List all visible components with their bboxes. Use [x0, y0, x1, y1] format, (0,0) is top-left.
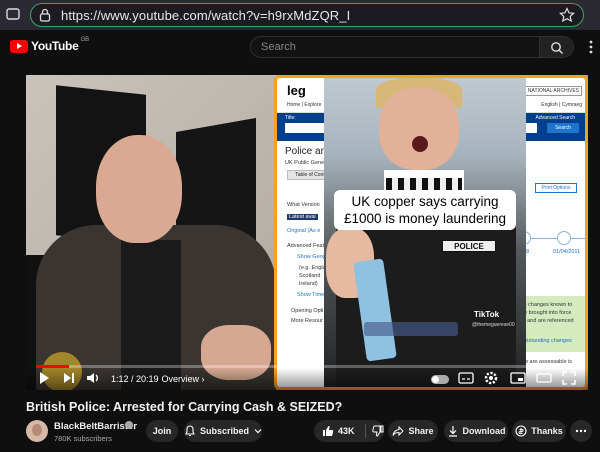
language-links: English | Cymraeg: [541, 102, 582, 108]
video-player[interactable]: leg Home | Explore NATIONAL ARCHIVES Eng…: [26, 75, 588, 390]
show-geographic-option: Show Geog: [297, 254, 326, 260]
like-button[interactable]: 43K: [322, 425, 355, 437]
advanced-search-link: Advanced Search: [535, 115, 575, 121]
theater-mode-icon[interactable]: [536, 371, 552, 390]
verified-icon: [125, 421, 133, 429]
timeline-date: 01/04/2011: [553, 249, 581, 255]
presenter-head: [96, 135, 182, 243]
overlay-panel: leg Home | Explore NATIONAL ARCHIVES Eng…: [274, 75, 588, 390]
more-resources-link: More Resour: [291, 318, 323, 324]
geo-line: Ireland): [299, 281, 318, 287]
tiktok-logo: TikTok: [474, 310, 500, 319]
search-input[interactable]: Search: [250, 36, 540, 58]
title-input: [285, 123, 325, 133]
title-label: Title:: [285, 115, 296, 121]
download-icon: [448, 426, 457, 437]
thumbs-down-icon: [371, 425, 384, 437]
subscriber-count: 780K subscribers: [54, 434, 112, 443]
youtube-header: YouTube GB Search: [0, 30, 600, 68]
tab-icon[interactable]: [6, 7, 20, 26]
legislation-subtitle: UK Public Genera: [285, 160, 330, 166]
subscribed-label: Subscribed: [199, 426, 249, 436]
dislike-button[interactable]: [364, 424, 384, 438]
opening-options-link: Opening Opti: [291, 308, 324, 314]
tiktok-handle: @themeguerese00: [472, 322, 515, 328]
channel-avatar[interactable]: [26, 420, 48, 442]
more-options-icon[interactable]: [589, 40, 593, 59]
changes-line: all changes known to: [521, 302, 573, 308]
thanks-icon: [515, 425, 527, 437]
more-actions-button[interactable]: [570, 420, 592, 442]
legislation-search-button: Search: [547, 123, 579, 133]
bell-icon: [185, 425, 195, 437]
advanced-features-label: Advanced Featu: [287, 243, 328, 249]
officer-face: [379, 88, 459, 170]
legislation-heading: Police an: [285, 146, 327, 157]
police-badge: POLICE: [442, 240, 496, 252]
lock-icon[interactable]: [39, 8, 51, 27]
what-version-label: What Version: [287, 202, 320, 208]
changes-line: be brought into force: [521, 310, 572, 316]
timeline-point: [557, 231, 571, 245]
browser-toolbar: https://www.youtube.com/watch?v=h9rxMdZQ…: [0, 0, 600, 30]
video-title: British Police: Arrested for Carrying Ca…: [26, 400, 343, 414]
youtube-logo-text: YouTube: [31, 39, 79, 53]
play-icon[interactable]: [38, 371, 50, 390]
thanks-label: Thanks: [531, 426, 563, 436]
join-button[interactable]: Join: [146, 420, 178, 442]
youtube-play-icon: [10, 39, 28, 53]
next-icon[interactable]: [62, 371, 76, 390]
legislation-logo: leg: [287, 83, 306, 98]
share-icon: [392, 425, 405, 437]
more-horizontal-icon: [575, 429, 587, 433]
print-options-button: Print Options: [535, 183, 577, 193]
miniplayer-icon[interactable]: [510, 371, 526, 390]
legislation-nav: Home | Explore: [287, 102, 322, 108]
share-button[interactable]: Share: [388, 420, 438, 442]
search-button[interactable]: [540, 36, 574, 58]
subscribed-button[interactable]: Subscribed: [184, 420, 262, 442]
join-label: Join: [152, 426, 172, 436]
show-timeline-option: Show Time: [297, 292, 325, 298]
national-archives-label: NATIONAL ARCHIVES: [524, 86, 582, 96]
checkered-band: [386, 178, 462, 190]
thumbs-up-icon: [323, 426, 334, 436]
share-label: Share: [408, 426, 434, 436]
star-icon[interactable]: [559, 7, 575, 28]
search-icon: [551, 42, 563, 54]
geo-line: Scotland: [299, 273, 321, 279]
tiktok-caption: UK copper says carrying £1000 is money l…: [334, 190, 516, 230]
download-label: Download: [462, 426, 506, 436]
youtube-logo[interactable]: YouTube GB: [10, 37, 90, 53]
like-count: 43K: [338, 426, 355, 436]
search-placeholder: Search: [261, 41, 296, 53]
outstanding-changes-link: outstanding changes: [521, 338, 572, 344]
settings-icon[interactable]: [484, 371, 498, 390]
tiktok-clip: POLICE UK copper says carrying £1000 is …: [324, 78, 526, 387]
download-button[interactable]: Download: [444, 420, 508, 442]
changes-line: nt and are referenced: [521, 318, 574, 324]
officer-mouth: [412, 136, 428, 152]
player-controls: 1:12 / 20:19 · Overview ›: [26, 368, 588, 390]
volume-icon[interactable]: [86, 371, 102, 390]
geo-line: (e.g. Engla: [299, 265, 326, 271]
region-code: GB: [80, 37, 90, 43]
latest-version-option: Latest avai: [287, 214, 318, 220]
time-display: 1:12 / 20:19: [111, 374, 159, 384]
chapter-label[interactable]: · Overview ›: [156, 374, 205, 384]
original-version-option: Original (As e: [287, 228, 321, 234]
thanks-button[interactable]: Thanks: [512, 420, 566, 442]
embedded-player-bar: [364, 322, 458, 336]
url-text[interactable]: https://www.youtube.com/watch?v=h9rxMdZQ…: [61, 8, 350, 23]
chevron-down-icon: [254, 429, 262, 434]
fullscreen-icon[interactable]: [562, 371, 576, 390]
autoplay-toggle[interactable]: [431, 375, 449, 384]
captions-icon[interactable]: [458, 371, 474, 390]
address-bar[interactable]: https://www.youtube.com/watch?v=h9rxMdZQ…: [30, 3, 584, 27]
like-dislike-group: 43K: [314, 420, 384, 442]
